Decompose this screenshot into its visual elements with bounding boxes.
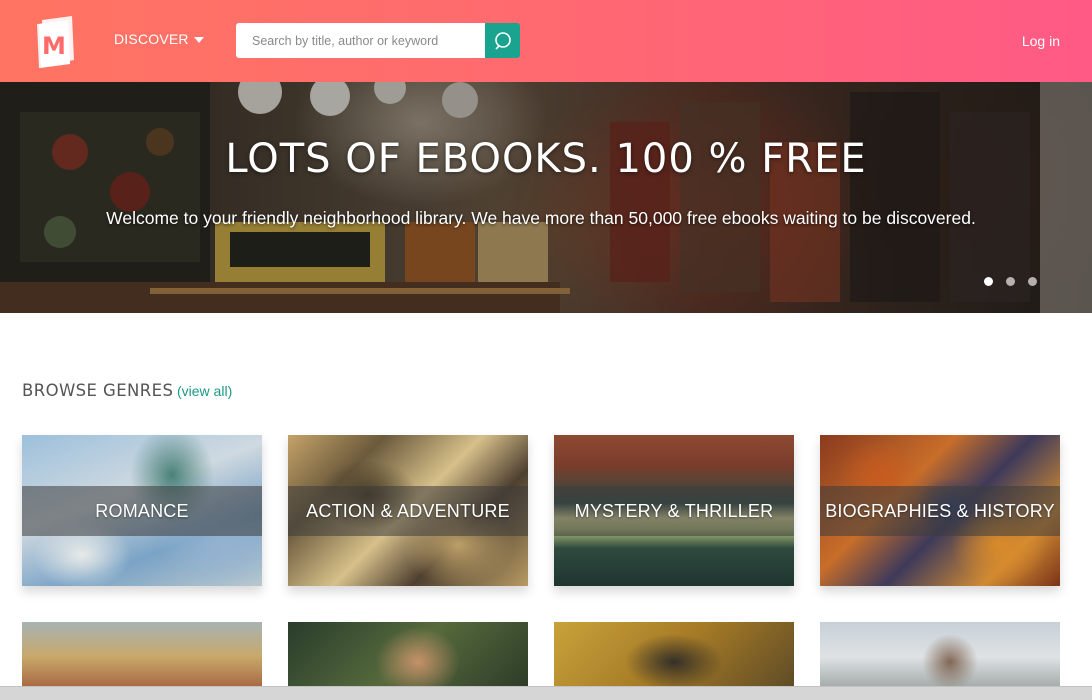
horizontal-scrollbar[interactable] [0,686,1092,700]
hero-title: LOTS OF EBOOKS. 100 % FREE [225,136,867,182]
discover-menu[interactable]: DISCOVER [114,31,204,47]
search-button[interactable] [485,23,520,58]
genre-card-label: ROMANCE [95,500,189,521]
view-all-genres-link[interactable]: (view all) [177,383,232,399]
search-input[interactable] [236,23,485,58]
chevron-down-icon [193,37,204,43]
discover-label: DISCOVER [114,31,189,47]
hero-overlay [0,82,1092,313]
scrollbar-track[interactable] [0,686,1092,700]
search-icon [494,31,511,50]
genre-card-band: MYSTERY & THRILLER [554,486,794,536]
genre-card-label: MYSTERY & THRILLER [574,500,774,521]
genre-card-band: ROMANCE [22,486,262,536]
genre-card-label: BIOGRAPHIES & HISTORY [825,500,1055,521]
genre-card[interactable] [288,622,528,692]
carousel-dots [984,277,1037,286]
genre-card-romance[interactable]: ROMANCE [22,435,262,586]
genre-card-label: ACTION & ADVENTURE [306,500,510,521]
carousel-dot-2[interactable] [1006,277,1015,286]
genre-card-band: ACTION & ADVENTURE [288,486,528,536]
genre-card[interactable] [820,622,1060,692]
browse-genres-heading: BROWSE GENRES [22,381,174,400]
genre-card-biographies-history[interactable]: BIOGRAPHIES & HISTORY [820,435,1060,586]
site-logo-icon[interactable]: M [34,14,80,70]
top-header: M DISCOVER Log in [0,0,1092,82]
hero-banner: LOTS OF EBOOKS. 100 % FREE Welcome to yo… [0,82,1092,313]
hero-subtitle: Welcome to your friendly neighborhood li… [106,208,976,228]
svg-text:M: M [42,32,66,60]
genre-card-band: BIOGRAPHIES & HISTORY [820,486,1060,536]
genre-card[interactable] [554,622,794,692]
genre-card[interactable] [22,622,262,692]
genre-card-mystery-thriller[interactable]: MYSTERY & THRILLER [554,435,794,586]
login-link[interactable]: Log in [1022,33,1060,49]
carousel-dot-3[interactable] [1028,277,1037,286]
genre-card-action-adventure[interactable]: ACTION & ADVENTURE [288,435,528,586]
carousel-dot-1[interactable] [984,277,993,286]
search-bar [236,23,520,58]
